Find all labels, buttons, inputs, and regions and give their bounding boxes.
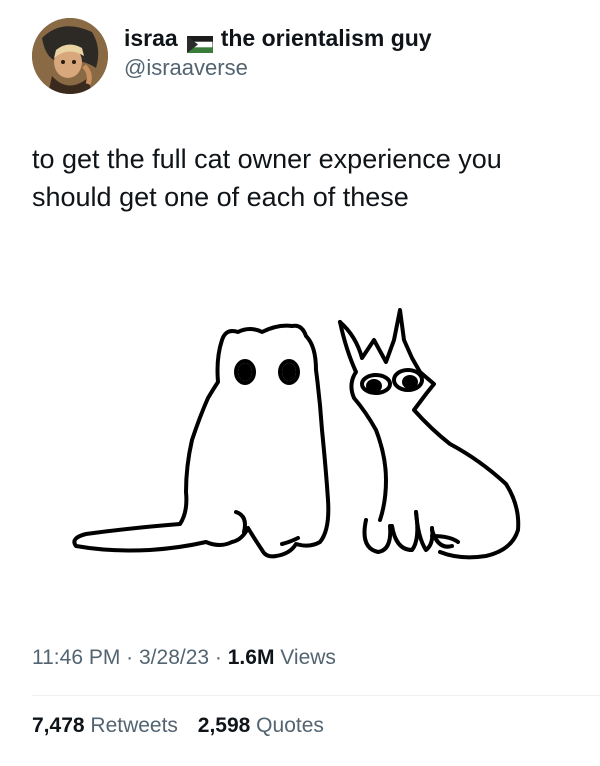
tweet-stats: 7,478 Retweets 2,598 Quotes: [32, 714, 338, 738]
tweet-image[interactable]: [40, 280, 560, 610]
tweet: israa the orientalism guy @israaverse to…: [0, 0, 600, 766]
tweet-date[interactable]: 3/28/23: [139, 646, 209, 669]
user-handle[interactable]: @israaverse: [124, 53, 432, 83]
display-name-text: israa: [124, 25, 178, 51]
tweet-text: to get the full cat owner experience you…: [32, 144, 502, 212]
tweet-header: israa the orientalism guy @israaverse: [32, 18, 432, 94]
retweets-count: 7,478: [32, 714, 85, 737]
quotes-count: 2,598: [197, 714, 251, 737]
divider: [32, 695, 600, 696]
user-names: israa the orientalism guy @israaverse: [124, 23, 432, 83]
palestine-flag-icon: [186, 30, 214, 53]
tweet-time[interactable]: 11:46 PM: [32, 646, 120, 669]
retweets-label: Retweets: [84, 714, 178, 737]
meta-separator: ·: [120, 646, 139, 669]
cat-drawing: [72, 308, 521, 560]
quotes-stat[interactable]: 2,598 Quotes: [198, 714, 324, 738]
display-name-suffix: the orientalism guy: [220, 25, 432, 51]
meta-separator: ·: [209, 646, 228, 669]
views-label: Views: [274, 646, 336, 669]
display-name[interactable]: israa the orientalism guy: [124, 23, 432, 53]
tweet-meta: 11:46 PM · 3/28/23 · 1.6M Views: [32, 646, 336, 670]
quotes-label: Quotes: [250, 714, 324, 737]
retweets-stat[interactable]: 7,478 Retweets: [32, 714, 178, 738]
avatar[interactable]: [32, 18, 108, 94]
views-count: 1.6M: [227, 646, 275, 669]
